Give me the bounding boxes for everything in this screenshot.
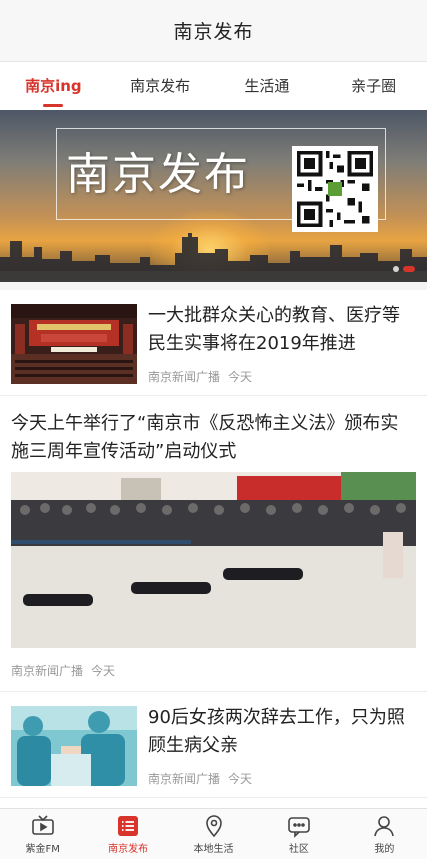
- news-feed: 一大批群众关心的教育、医疗等民生实事将在2019年推进 南京新闻广播 今天 今天上…: [0, 290, 427, 808]
- carousel-dot: [393, 266, 399, 272]
- list-icon: [118, 815, 139, 836]
- news-image: [11, 472, 416, 648]
- qr-code: [292, 146, 378, 232]
- news-time: 今天: [228, 772, 253, 786]
- news-item[interactable]: 今天上午举行了“南京市《反恐怖主义法》颁布实施三周年宣传活动”启动仪式 南京新闻…: [0, 396, 427, 692]
- nav-community[interactable]: 社区: [256, 809, 341, 859]
- chat-bubble-icon: [288, 816, 310, 838]
- carousel-indicator: [393, 266, 415, 272]
- news-title: 今天上午举行了“南京市《反恐怖主义法》颁布实施三周年宣传活动”启动仪式: [11, 413, 399, 462]
- nav-nanjing-release[interactable]: 南京发布: [85, 809, 170, 859]
- bottom-navigation: 紫金FM 南京发布 本地生活 社区 我的: [0, 808, 427, 859]
- nav-label: 本地生活: [193, 843, 234, 855]
- news-title: 90后女孩两次辞去工作，只为照顾生病父亲: [148, 707, 405, 756]
- nav-label: 南京发布: [108, 843, 149, 855]
- tab-life[interactable]: 生活通: [214, 62, 321, 110]
- news-item[interactable]: 一大批群众关心的教育、医疗等民生实事将在2019年推进 南京新闻广播 今天: [0, 290, 427, 396]
- nav-mine[interactable]: 我的: [342, 809, 427, 859]
- news-title: 一大批群众关心的教育、医疗等民生实事将在2019年推进: [148, 305, 400, 354]
- channel-tabs: 南京ing 南京发布 生活通 亲子圈: [0, 62, 427, 110]
- app-header: 南京发布: [0, 0, 427, 62]
- nav-label: 紫金FM: [25, 843, 60, 855]
- news-time: 今天: [228, 370, 253, 384]
- nav-zijin-fm[interactable]: 紫金FM: [0, 809, 85, 859]
- nav-label: 我的: [374, 843, 395, 855]
- news-thumbnail: [11, 706, 137, 786]
- news-source: 南京新闻广播: [148, 772, 221, 786]
- page-title: 南京发布: [173, 21, 254, 43]
- banner-brand-text: 南京发布: [66, 149, 250, 200]
- news-meta: 南京新闻广播 今天: [148, 368, 252, 385]
- news-source: 南京新闻广播: [11, 664, 84, 678]
- carousel-dot-active: [403, 266, 415, 272]
- tab-parenting[interactable]: 亲子圈: [320, 62, 427, 110]
- news-meta: 南京新闻广播 今天: [11, 662, 115, 679]
- nav-label: 社区: [288, 843, 309, 855]
- news-thumbnail: [11, 304, 137, 384]
- person-icon: [374, 815, 395, 836]
- tab-nanjing-ing[interactable]: 南京ing: [0, 62, 107, 110]
- news-time: 今天: [91, 664, 116, 678]
- news-meta: 南京新闻广播 今天: [148, 770, 252, 787]
- news-source: 南京新闻广播: [148, 370, 221, 384]
- news-item[interactable]: 90后女孩两次辞去工作，只为照顾生病父亲 南京新闻广播 今天: [0, 692, 427, 798]
- nav-local-life[interactable]: 本地生活: [171, 809, 256, 859]
- tv-icon: [31, 814, 54, 835]
- city-skyline-image: [0, 233, 427, 282]
- tab-nanjing-release[interactable]: 南京发布: [107, 62, 214, 110]
- location-pin-icon: [205, 814, 222, 837]
- banner-carousel[interactable]: 南京发布: [0, 110, 427, 282]
